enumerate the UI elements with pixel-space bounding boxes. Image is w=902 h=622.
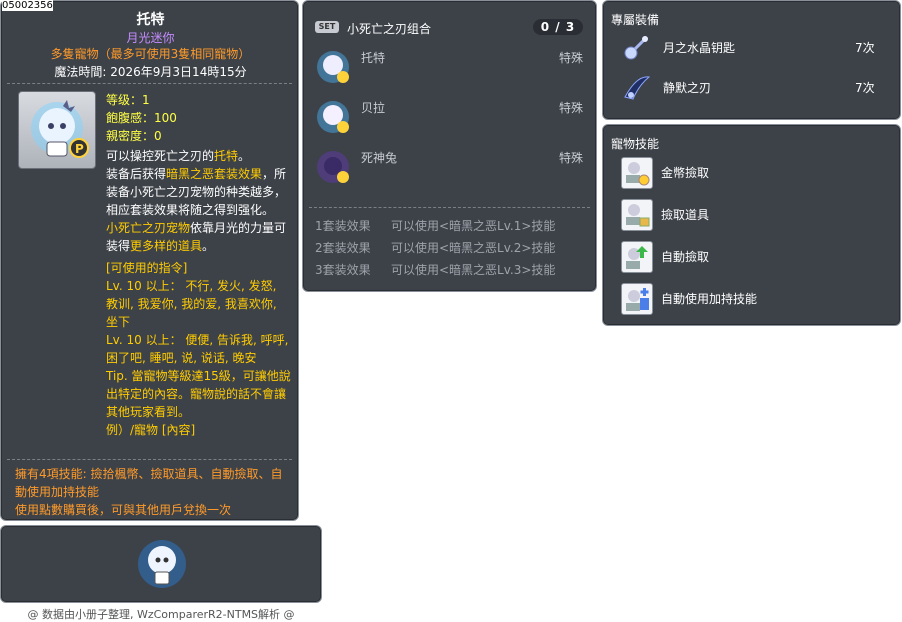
pet-skill-name: 金幣撿取 — [661, 166, 710, 180]
auto-pickup-icon — [621, 241, 653, 273]
set-item-name: 托特 — [361, 51, 386, 65]
pet-skill-name: 自動使用加持技能 — [661, 292, 758, 306]
item-name: 托特 — [136, 12, 165, 28]
set-effect-label: 1套装效果 — [315, 219, 371, 233]
equip-item[interactable]: 月之水晶钥匙 7次 — [603, 31, 902, 63]
pet-preview-icon — [138, 540, 186, 588]
equip-item-count: 7次 — [855, 41, 875, 55]
reaper-bunny-pet-icon — [317, 151, 349, 183]
desc-highlight: 托特 — [214, 149, 239, 163]
desc-highlight: 更多样的道具 — [130, 239, 203, 253]
set-item[interactable]: 托特 特殊 — [303, 49, 598, 89]
commands-example: 例）/寵物 [內容] — [106, 423, 196, 437]
item-id: 05002356 — [2, 0, 53, 11]
pet-skill-item[interactable]: 自動使用加持技能 — [603, 283, 902, 317]
exclusive-equip-panel: 專屬裝備 月之水晶钥匙 7次 静默之刃 7次 — [602, 0, 901, 120]
toth-pet-icon — [317, 51, 349, 83]
equip-item-count: 7次 — [855, 81, 875, 95]
item-tooltip: 托特 月光迷你 多隻寵物（最多可使用3隻相同寵物） 魔法時間: 2026年9月3… — [0, 0, 299, 521]
set-item-name: 死神兔 — [361, 151, 398, 165]
item-description: 可以操控死亡之刃的托特。 装备后获得暗黑之恶套装效果，所装备小死亡之刃宠物的种类… — [106, 147, 291, 255]
set-effect: 2套装效果 可以使用<暗黑之恶Lv.2>技能 — [315, 239, 555, 256]
set-title: 小死亡之刃组合 — [347, 22, 432, 36]
desc-text: 。 — [202, 239, 215, 253]
crystal-key-icon — [624, 35, 649, 60]
set-item[interactable]: 贝拉 特殊 — [303, 99, 598, 139]
commands-lv1: Lv. 10 以上： 不行, 发火, 发怒, 教训, 我爱你, 我的爱, 我喜欢… — [106, 279, 277, 329]
svg-text:P: P — [75, 142, 84, 156]
pet-skill-item[interactable]: 自動撿取 — [603, 241, 902, 275]
set-effect-label: 2套装效果 — [315, 241, 371, 255]
set-item-type: 特殊 — [559, 151, 584, 165]
bella-pet-icon — [317, 101, 349, 133]
desc-highlight: 暗黑之恶套装效果 — [166, 167, 263, 181]
equip-item-name: 静默之刃 — [663, 81, 712, 95]
set-panel: SET 小死亡之刃组合 0 / 3 托特 特殊 贝拉 特殊 死神兔 特殊 1套装… — [302, 0, 597, 292]
divider — [7, 459, 292, 460]
credit-line: @ 数据由小册子整理, WzComparerR2-NTMS解析 @ — [27, 608, 295, 621]
set-item-name: 贝拉 — [361, 101, 386, 115]
divider — [7, 83, 292, 84]
pet-skill-item[interactable]: 金幣撿取 — [603, 157, 902, 191]
commands-tip: Tip. 當寵物等級達15級，可讓他說出特定的內容。寵物說的話不會讓其他玩家看到… — [106, 369, 291, 419]
commands-lv2: Lv. 10 以上： 便便, 告诉我, 呼呼, 困了吧, 睡吧, 说, 说话, … — [106, 333, 289, 365]
pet-skill-name: 撿取道具 — [661, 208, 710, 222]
pet-skills-panel: 寵物技能 金幣撿取 撿取道具 自動撿取 自動使用加持技能 — [602, 124, 901, 326]
set-item[interactable]: 死神兔 特殊 — [303, 149, 598, 189]
desc-text: 可以操控死亡之刃的 — [106, 149, 215, 163]
silent-blade-icon — [624, 76, 651, 100]
pet-preview-panel — [0, 525, 322, 603]
set-effect: 3套装效果 可以使用<暗黑之恶Lv.3>技能 — [315, 261, 555, 278]
item-pickup-icon — [621, 199, 653, 231]
desc-text: 装备后获得 — [106, 167, 167, 181]
commands-block: [可使用的指令] Lv. 10 以上： 不行, 发火, 发怒, 教训, 我爱你,… — [106, 259, 291, 439]
set-badge: SET — [315, 21, 339, 33]
skills-summary: 擁有4項技能: 撿拾楓幣、撿取道具、自動撿取、自動使用加持技能 — [15, 467, 283, 499]
set-effect-label: 3套装效果 — [315, 263, 371, 277]
desc-text: 。 — [238, 149, 251, 163]
commands-header: [可使用的指令] — [106, 261, 188, 275]
pet-icon: P — [31, 100, 89, 158]
pet-icon-frame: P — [18, 91, 96, 169]
multi-pet-note: 多隻寵物（最多可使用3隻相同寵物） — [50, 47, 251, 61]
pet-skill-item[interactable]: 撿取道具 — [603, 199, 902, 233]
set-effect-text: 可以使用<暗黑之恶Lv.2>技能 — [391, 241, 556, 255]
stat-fullness: 飽腹感：100 — [106, 111, 177, 125]
set-effect: 1套装效果 可以使用<暗黑之恶Lv.1>技能 — [315, 217, 555, 234]
set-count: 0 / 3 — [533, 19, 583, 35]
magic-time: 魔法時間: 2026年9月3日14時15分 — [54, 65, 247, 79]
set-item-type: 特殊 — [559, 101, 584, 115]
auto-buff-icon — [621, 283, 653, 315]
desc-highlight: 小死亡之刃宠物 — [106, 221, 191, 235]
pet-skill-name: 自動撿取 — [661, 250, 710, 264]
set-effect-text: 可以使用<暗黑之恶Lv.3>技能 — [391, 263, 556, 277]
divider — [309, 207, 590, 208]
trade-note: 使用點數購買後，可與其他用戶兌換一次 — [15, 503, 232, 517]
meso-pickup-icon — [621, 157, 653, 189]
item-subtitle: 月光迷你 — [126, 31, 175, 45]
equip-item-name: 月之水晶钥匙 — [663, 41, 736, 55]
stat-closeness: 親密度：0 — [106, 129, 162, 143]
equip-item[interactable]: 静默之刃 7次 — [603, 71, 902, 103]
set-effect-text: 可以使用<暗黑之恶Lv.1>技能 — [391, 219, 556, 233]
stat-level: 等级：1 — [106, 93, 150, 107]
set-item-type: 特殊 — [559, 51, 584, 65]
pet-skills-title: 寵物技能 — [611, 137, 660, 151]
equip-title: 專屬裝備 — [611, 13, 660, 27]
